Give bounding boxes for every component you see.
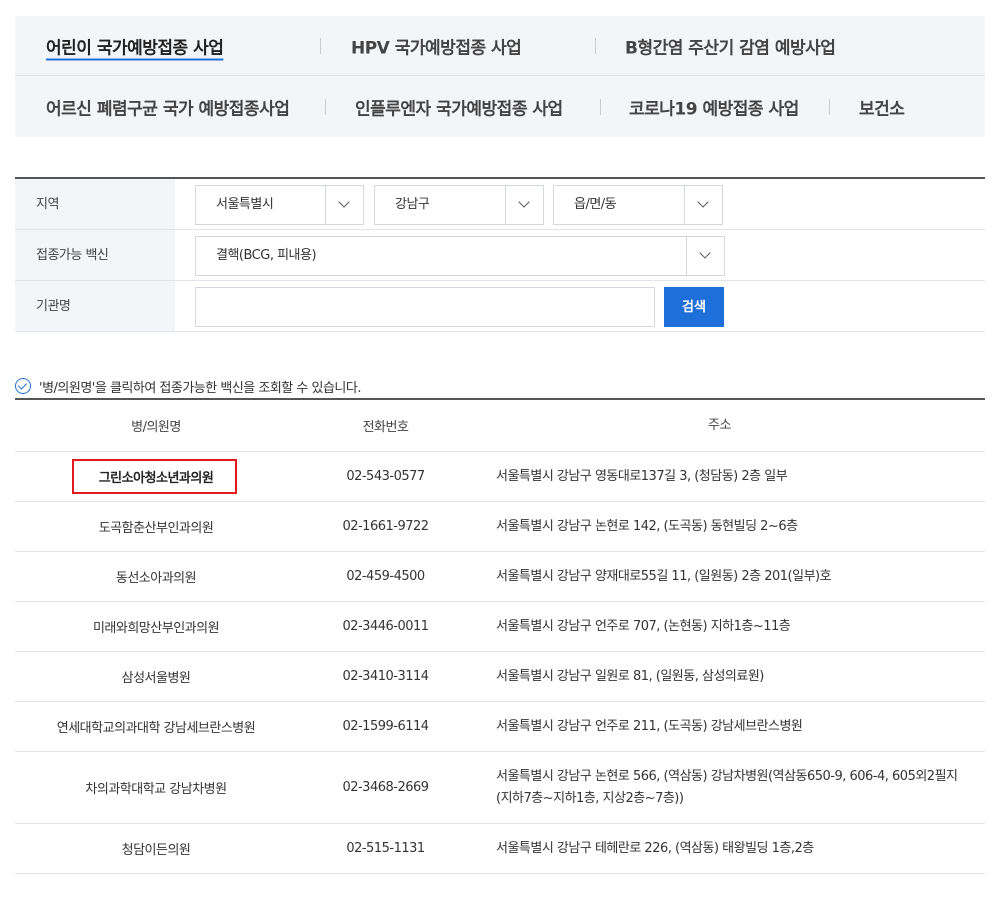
chevron-down-icon [684,186,722,224]
table-row: 연세대학교의과대학 강남세브란스병원 02-1599-6114 서울특별시 강남… [15,702,985,752]
tab-hpv-vaccination[interactable]: HPV 국가예방접종 사업 [351,33,522,58]
tab-influenza[interactable]: 인플루엔자 국가예방접종 사업 [355,95,563,120]
search-row-vaccine: 접종가능 백신 결핵(BCG, 피내용) [15,230,985,281]
region-district-select[interactable]: 강남구 [374,185,544,225]
vaccine-label: 접종가능 백신 [15,230,175,280]
region-city-value: 서울특별시 [216,197,274,212]
vaccine-value: 결핵(BCG, 피내용) [216,248,317,263]
tab-senior-pneumococcal[interactable]: 어르신 폐렴구균 국가 예방접종사업 [46,95,290,120]
table-row: 미래와희망산부인과의원 02-3446-0011 서울특별시 강남구 언주로 7… [15,602,985,652]
clinic-address: 서울특별시 강남구 양재대로55길 11, (일원동) 2층 201(일부)호 [496,568,832,584]
clinic-phone: 02-3468-2669 [342,780,429,795]
results-header: 병/의원명 전화번호 주소 [15,400,985,452]
tab-divider [325,99,326,115]
tab-hepatitis-b[interactable]: B형간염 주산기 감염 예방사업 [625,33,836,58]
clinic-name-link[interactable]: 도곡함춘산부인과의원 [15,502,297,551]
clinic-phone: 02-515-1131 [346,841,425,856]
vaccine-select[interactable]: 결핵(BCG, 피내용) [195,236,725,276]
tab-covid19[interactable]: 코로나19 예방접종 사업 [629,95,799,120]
region-label: 지역 [15,179,175,229]
region-town-select[interactable]: 읍/면/동 [553,185,723,225]
chevron-down-icon [686,237,724,275]
tab-row-2: 어르신 폐렴구균 국가 예방접종사업 인플루엔자 국가예방접종 사업 코로나19… [15,77,985,137]
notice-text: '병/의원명'을 클릭하여 접종가능한 백신을 조회할 수 있습니다. [39,380,361,396]
table-row: 삼성서울병원 02-3410-3114 서울특별시 강남구 일원로 81, (일… [15,652,985,702]
tab-divider [829,99,830,115]
clinic-address: 서울특별시 강남구 논현로 142, (도곡동) 동현빌딩 2~6층 [496,518,798,534]
clinic-name-link[interactable]: 청담이든의원 [15,824,297,873]
header-phone: 전화번호 [362,420,409,435]
clinic-name-link[interactable]: 연세대학교의과대학 강남세브란스병원 [15,702,297,751]
region-district-value: 강남구 [395,197,430,212]
clinic-name-link[interactable]: 삼성서울병원 [15,652,297,701]
clinic-address: 서울특별시 강남구 언주로 707, (논현동) 지하1층~11층 [496,618,791,634]
search-row-org: 기관명 검색 [15,281,985,332]
region-town-value: 읍/면/동 [574,197,617,212]
program-tabs: 어린이 국가예방접종 사업 HPV 국가예방접종 사업 B형간염 주산기 감염 … [15,16,985,137]
tab-divider [600,99,601,115]
org-label: 기관명 [15,281,175,331]
clinic-address: 서울특별시 강남구 논현로 566, (역삼동) 강남차병원(역삼동650-9,… [496,768,958,806]
clinic-address: 서울특별시 강남구 영동대로137길 3, (청담동) 2층 일부 [496,468,788,484]
org-name-input[interactable] [195,287,655,327]
clinic-address: 서울특별시 강남구 일원로 81, (일원동, 삼성의료원) [496,668,764,684]
header-address: 주소 [708,417,731,433]
table-row: 그린소아청소년과의원 02-543-0577 서울특별시 강남구 영동대로137… [15,452,985,502]
notice: '병/의원명'을 클릭하여 접종가능한 백신을 조회할 수 있습니다. [15,376,361,396]
check-circle-icon [15,378,31,394]
chevron-down-icon [505,186,543,224]
clinic-phone: 02-3446-0011 [342,619,429,634]
clinic-phone: 02-3410-3114 [342,669,429,684]
search-form: 지역 서울특별시 강남구 읍/면/동 접종가능 백신 결핵(BCG, 피내용) … [15,177,985,332]
clinic-phone: 02-543-0577 [346,469,425,484]
table-row: 도곡함춘산부인과의원 02-1661-9722 서울특별시 강남구 논현로 14… [15,502,985,552]
region-city-select[interactable]: 서울특별시 [195,185,364,225]
tab-row-1: 어린이 국가예방접종 사업 HPV 국가예방접종 사업 B형간염 주산기 감염 … [15,16,985,76]
tab-child-vaccination[interactable]: 어린이 국가예방접종 사업 [46,33,224,58]
results-table: 병/의원명 전화번호 주소 그린소아청소년과의원 02-543-0577 서울특… [15,398,985,874]
tab-health-center[interactable]: 보건소 [859,95,905,120]
clinic-phone: 02-1661-9722 [342,519,429,534]
header-name: 병/의원명 [131,420,181,435]
search-button[interactable]: 검색 [664,287,724,327]
clinic-phone: 02-459-4500 [346,569,425,584]
clinic-name-link[interactable]: 동선소아과의원 [15,552,297,601]
clinic-name-link[interactable]: 그린소아청소년과의원 [15,452,297,501]
clinic-address: 서울특별시 강남구 언주로 211, (도곡동) 강남세브란스병원 [496,718,803,734]
tab-divider [595,37,596,54]
clinic-phone: 02-1599-6114 [342,719,429,734]
table-row: 차의과학대학교 강남차병원 02-3468-2669 서울특별시 강남구 논현로… [15,752,985,824]
table-row: 동선소아과의원 02-459-4500 서울특별시 강남구 양재대로55길 11… [15,552,985,602]
search-row-region: 지역 서울특별시 강남구 읍/면/동 [15,179,985,230]
chevron-down-icon [325,186,363,224]
table-row: 청담이든의원 02-515-1131 서울특별시 강남구 테헤란로 226, (… [15,824,985,874]
clinic-name-link[interactable]: 차의과학대학교 강남차병원 [15,752,297,823]
tab-divider [320,37,321,54]
clinic-name-link[interactable]: 미래와희망산부인과의원 [15,602,297,651]
clinic-address: 서울특별시 강남구 테헤란로 226, (역삼동) 태왕빌딩 1층,2층 [496,840,814,856]
